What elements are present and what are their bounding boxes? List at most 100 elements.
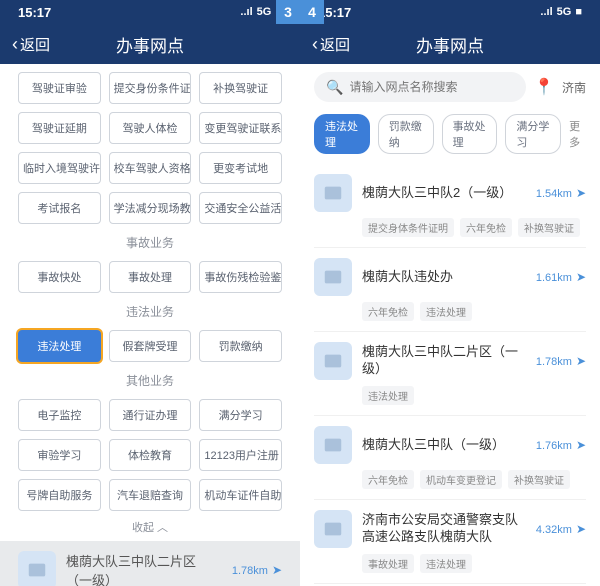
navigate-icon: ➤ xyxy=(272,563,282,577)
left-content: 驾驶证审验提交身份条件证明补换驾驶证 驾驶证延期驾驶人体检变更驾驶证联系方式 临… xyxy=(0,64,300,586)
search-icon: 🔍 xyxy=(326,79,343,96)
search-input-wrap[interactable]: 🔍 xyxy=(314,72,526,102)
filter-more[interactable]: 更多 xyxy=(569,118,586,150)
list-item[interactable]: 槐荫大队三中队二片区（一级） 1.78km➤ 违法处理 xyxy=(314,332,586,416)
list-distance: 1.54km➤ xyxy=(536,186,586,200)
service-chip[interactable]: 驾驶证延期 xyxy=(18,112,101,144)
service-chip[interactable]: 通行证办理 xyxy=(109,399,192,431)
service-chip[interactable]: 校车驾驶人资格 xyxy=(109,152,192,184)
service-chip[interactable]: 临时入境驾驶许可 xyxy=(18,152,101,184)
list-title: 槐荫大队违处办 xyxy=(362,269,526,286)
location-pin-icon: 📍 xyxy=(534,77,554,97)
service-chip[interactable]: 学法减分现场教育 xyxy=(109,192,192,224)
filter-chip[interactable]: 罚款缴纳 xyxy=(378,114,434,154)
service-chip[interactable]: 号牌自助服务 xyxy=(18,479,101,511)
list-item[interactable]: 槐荫大队三中队2（一级） 1.54km➤ 提交身体条件证明六年免检补换驾驶证 xyxy=(314,164,586,248)
list-tag: 六年免检 xyxy=(460,218,512,237)
results-list: 槐荫大队三中队2（一级） 1.54km➤ 提交身体条件证明六年免检补换驾驶证 槐… xyxy=(300,164,600,586)
status-bar: 15:17 ..ıl 5G ■ xyxy=(300,0,600,24)
list-tag: 违法处理 xyxy=(420,554,472,573)
location-thumb-icon xyxy=(314,342,352,380)
back-button[interactable]: ‹ 返回 xyxy=(312,34,350,55)
search-bar: 🔍 📍 济南 xyxy=(300,64,600,110)
list-tag: 补换驾驶证 xyxy=(508,470,570,489)
list-tag: 六年免检 xyxy=(362,470,414,489)
service-chip[interactable]: 假套牌受理 xyxy=(109,330,192,362)
service-chip[interactable]: 12123用户注册 xyxy=(199,439,282,471)
service-chip[interactable]: 考试报名 xyxy=(18,192,101,224)
chevron-left-icon: ‹ xyxy=(312,34,318,55)
list-distance: 1.78km➤ xyxy=(536,354,586,368)
service-chip[interactable]: 事故伤残检验鉴定 xyxy=(199,261,282,293)
service-chip[interactable]: 交通安全公益活动 xyxy=(199,192,282,224)
list-tag: 补换驾驶证 xyxy=(518,218,580,237)
service-chip[interactable]: 驾驶证审验 xyxy=(18,72,101,104)
status-time: 15:17 xyxy=(18,5,51,20)
result-title: 槐荫大队三中队二片区（一级） xyxy=(66,551,222,586)
list-tag: 违法处理 xyxy=(362,386,414,405)
service-chip-selected[interactable]: 违法处理 xyxy=(18,330,101,362)
location-thumb-icon xyxy=(314,258,352,296)
section-violation-label: 违法业务 xyxy=(18,303,282,320)
navigate-icon: ➤ xyxy=(576,354,586,368)
screenshot-badge: 3 xyxy=(276,0,300,24)
service-chip[interactable]: 更变考试地 xyxy=(199,152,282,184)
list-item[interactable]: 槐荫大队三中队（一级） 1.76km➤ 六年免检机动车变更登记补换驾驶证 xyxy=(314,416,586,500)
header: ‹ 返回 办事网点 xyxy=(0,24,300,64)
bottom-result-card[interactable]: 槐荫大队三中队二片区（一级） 1.78km➤ 违法处理 xyxy=(0,541,300,586)
screenshot-badge: 4 xyxy=(300,0,324,24)
navigate-icon: ➤ xyxy=(576,186,586,200)
list-title: 槐荫大队三中队二片区（一级） xyxy=(362,344,526,378)
service-chip[interactable]: 满分学习 xyxy=(199,399,282,431)
service-chip[interactable]: 汽车退赔查询 xyxy=(109,479,192,511)
service-chip[interactable]: 罚款缴纳 xyxy=(199,330,282,362)
filter-row: 违法处理 罚款缴纳 事故处理 满分学习 更多 xyxy=(300,110,600,164)
navigate-icon: ➤ xyxy=(576,270,586,284)
service-chip[interactable]: 事故处理 xyxy=(109,261,192,293)
list-distance: 4.32km➤ xyxy=(536,522,586,536)
service-chip[interactable]: 驾驶人体检 xyxy=(109,112,192,144)
list-item[interactable]: 槐荫大队违处办 1.61km➤ 六年免检违法处理 xyxy=(314,248,586,332)
filter-chip[interactable]: 事故处理 xyxy=(442,114,498,154)
navigate-icon: ➤ xyxy=(576,522,586,536)
status-bar: 15:17 ..ıl 5G ■ xyxy=(0,0,300,24)
service-chip[interactable]: 提交身份条件证明 xyxy=(109,72,192,104)
result-distance: 1.78km➤ xyxy=(232,563,282,577)
collapse-toggle[interactable]: 收起 ︿ xyxy=(18,519,282,535)
list-tag: 违法处理 xyxy=(420,302,472,321)
list-title: 槐荫大队三中队2（一级） xyxy=(362,185,526,202)
location-thumb-icon xyxy=(314,426,352,464)
status-right: ..ıl 5G ■ xyxy=(540,6,582,18)
list-item[interactable]: 济南市公安局交通警察支队高速公路支队槐荫大队 4.32km➤ 事故处理违法处理 xyxy=(314,500,586,584)
list-tag: 事故处理 xyxy=(362,554,414,573)
location-thumb-icon xyxy=(314,510,352,548)
service-chip[interactable]: 体检教育 xyxy=(109,439,192,471)
section-other-label: 其他业务 xyxy=(18,372,282,389)
list-distance: 1.76km➤ xyxy=(536,438,586,452)
page-title: 办事网点 xyxy=(416,32,484,57)
header: ‹ 返回 办事网点 xyxy=(300,24,600,64)
list-tag: 六年免检 xyxy=(362,302,414,321)
list-title: 济南市公安局交通警察支队高速公路支队槐荫大队 xyxy=(362,512,526,546)
service-chip[interactable]: 事故快处 xyxy=(18,261,101,293)
service-chip[interactable]: 电子监控 xyxy=(18,399,101,431)
service-chip[interactable]: 变更驾驶证联系方式 xyxy=(199,112,282,144)
search-input[interactable] xyxy=(349,80,514,94)
back-button[interactable]: ‹ 返回 xyxy=(12,34,50,55)
service-chip[interactable]: 审验学习 xyxy=(18,439,101,471)
filter-chip[interactable]: 满分学习 xyxy=(505,114,561,154)
location-thumb-icon xyxy=(314,174,352,212)
list-tag: 提交身体条件证明 xyxy=(362,218,454,237)
navigate-icon: ➤ xyxy=(576,438,586,452)
filter-chip-active[interactable]: 违法处理 xyxy=(314,114,370,154)
page-title: 办事网点 xyxy=(116,32,184,57)
list-tag: 机动车变更登记 xyxy=(420,470,502,489)
section-accident-label: 事故业务 xyxy=(18,234,282,251)
chevron-left-icon: ‹ xyxy=(12,34,18,55)
list-distance: 1.61km➤ xyxy=(536,270,586,284)
service-chip[interactable]: 补换驾驶证 xyxy=(199,72,282,104)
city-selector[interactable]: 济南 xyxy=(562,79,586,96)
location-thumb-icon xyxy=(18,551,56,586)
list-title: 槐荫大队三中队（一级） xyxy=(362,437,526,454)
service-chip[interactable]: 机动车证件自助服务 xyxy=(199,479,282,511)
